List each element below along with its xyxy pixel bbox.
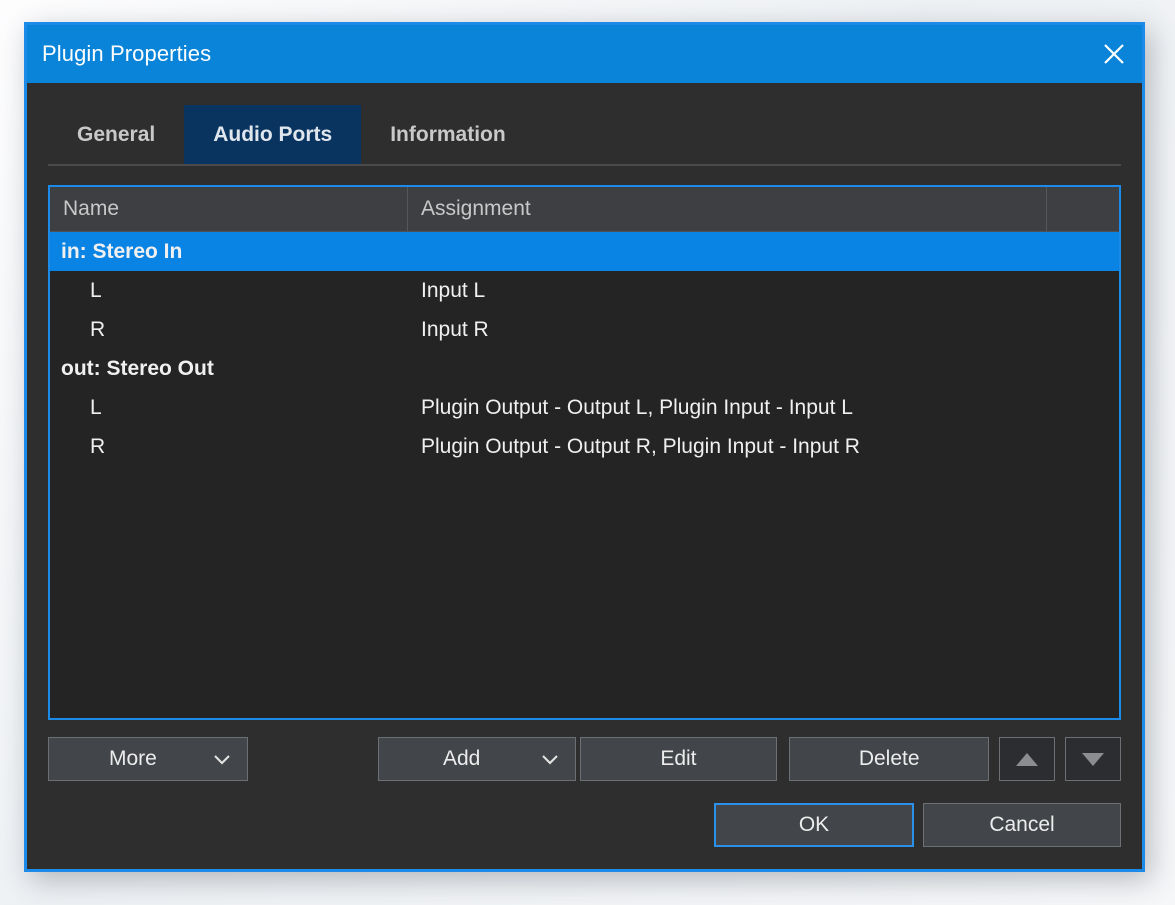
tab-underline — [48, 164, 1121, 166]
column-header-assignment[interactable]: Assignment — [408, 187, 1047, 231]
tab-bar: General Audio Ports Information — [48, 105, 1121, 164]
audio-ports-table[interactable]: Name Assignment in: Stereo In L Input L … — [48, 185, 1121, 720]
cell-name: in: Stereo In — [61, 239, 183, 263]
table-row[interactable]: L Plugin Output - Output L, Plugin Input… — [50, 388, 1119, 427]
dialog-footer: OK Cancel — [48, 803, 1121, 847]
table-row[interactable]: L Input L — [50, 271, 1119, 310]
more-button[interactable]: More — [48, 737, 248, 781]
table-row[interactable]: R Input R — [50, 310, 1119, 349]
table-row[interactable]: out: Stereo Out — [50, 349, 1119, 388]
chevron-down-icon — [535, 753, 565, 765]
move-down-button[interactable] — [1065, 737, 1121, 781]
dialog-titlebar: Plugin Properties — [27, 25, 1142, 83]
table-header-row: Name Assignment — [50, 187, 1119, 232]
add-button-label: Add — [442, 747, 481, 770]
delete-button[interactable]: Delete — [789, 737, 990, 781]
close-button[interactable] — [1086, 25, 1142, 83]
close-icon — [1101, 41, 1127, 67]
cell-assignment: Input L — [421, 278, 486, 302]
cell-assignment: Plugin Output - Output R, Plugin Input -… — [421, 434, 860, 458]
action-button-row: More Add Edit Delete — [48, 737, 1121, 781]
chevron-down-icon — [207, 753, 237, 765]
column-header-extra[interactable] — [1047, 187, 1119, 231]
screen: Plugin Properties General Audio Ports In… — [0, 0, 1175, 905]
dialog-title: Plugin Properties — [42, 41, 212, 66]
tab-audio-ports[interactable]: Audio Ports — [184, 105, 362, 164]
triangle-down-icon — [1081, 752, 1104, 766]
table-row[interactable]: R Plugin Output - Output R, Plugin Input… — [50, 427, 1119, 466]
ok-button[interactable]: OK — [714, 803, 914, 847]
triangle-up-icon — [1016, 752, 1039, 766]
edit-button[interactable]: Edit — [579, 737, 778, 781]
cell-name: R — [90, 434, 106, 458]
tab-general[interactable]: General — [48, 105, 184, 164]
column-header-name[interactable]: Name — [50, 187, 408, 231]
more-button-label: More — [108, 747, 157, 770]
dialog-body: General Audio Ports Information Name Ass… — [27, 83, 1142, 869]
move-up-button[interactable] — [999, 737, 1056, 781]
cell-name: R — [90, 317, 106, 341]
plugin-properties-dialog: Plugin Properties General Audio Ports In… — [24, 22, 1145, 872]
cell-name: out: Stereo Out — [61, 356, 214, 380]
cell-name: L — [90, 395, 102, 419]
table-body: in: Stereo In L Input L R Input R out: S… — [50, 232, 1119, 718]
tab-information[interactable]: Information — [361, 105, 535, 164]
cell-assignment: Plugin Output - Output L, Plugin Input -… — [421, 395, 853, 419]
cancel-button[interactable]: Cancel — [923, 803, 1121, 847]
add-button[interactable]: Add — [377, 737, 576, 781]
table-row[interactable]: in: Stereo In — [50, 232, 1119, 271]
cell-assignment: Input R — [421, 317, 489, 341]
cell-name: L — [90, 278, 102, 302]
